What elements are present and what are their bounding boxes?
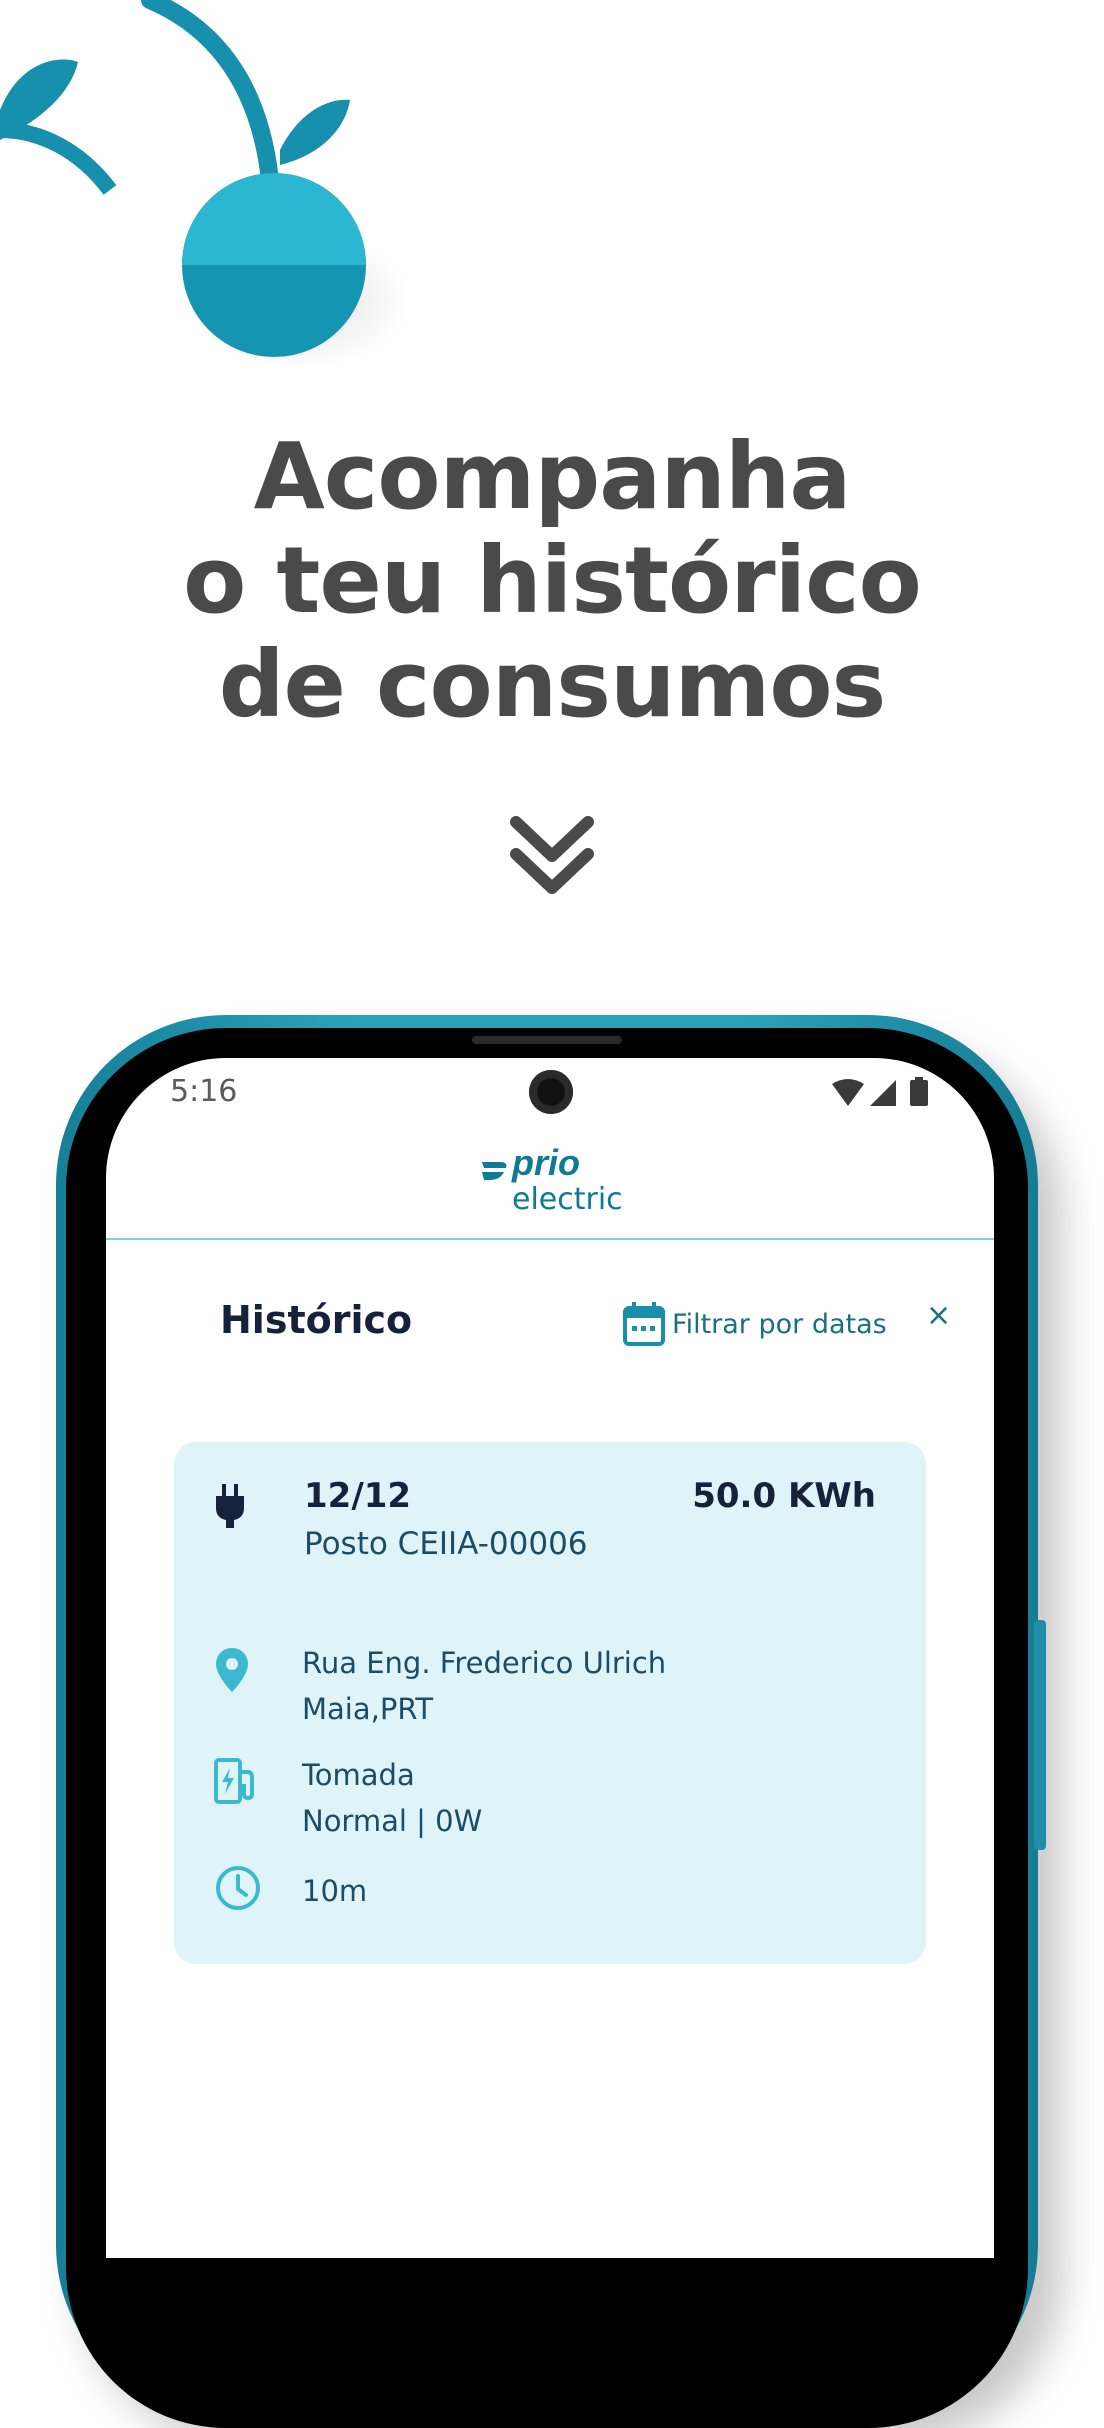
close-filter-button[interactable]: × [926,1298,951,1333]
plug-icon [216,1484,244,1528]
headline-line-2: o teu histórico [183,527,922,634]
headline-line-1: Acompanha [253,423,852,530]
battery-icon [910,1080,928,1106]
charging-station-icon [214,1758,254,1804]
phone-speaker [472,1036,622,1044]
history-entry-card[interactable]: 12/12 50.0 KWh Posto CEIIA-00006 Rua Eng… [174,1442,926,1964]
logo-prio-text: prio [512,1142,580,1183]
prio-logo-mark-icon [482,1162,507,1180]
wifi-icon [832,1079,864,1106]
entry-socket-line-1: Tomada [302,1758,415,1792]
status-bar: 5:16 [106,1058,994,1128]
entry-socket-line-2: Normal | 0W [302,1804,483,1838]
location-pin-icon [216,1648,248,1692]
filter-by-dates-button[interactable]: Filtrar por datas [622,1300,887,1348]
entry-date: 12/12 [304,1476,412,1516]
headline: Acompanha o teu histórico de consumos [0,425,1104,737]
double-chevron-down-icon [510,816,594,894]
phone-screen: 5:16 prio electric Histórico Filtrar por… [106,1058,994,2258]
front-camera [529,1070,573,1114]
entry-address-line-2: Maia,PRT [302,1692,434,1726]
filter-label: Filtrar por datas [672,1308,887,1340]
app-header: prio electric [106,1142,994,1240]
status-icons [832,1077,928,1106]
entry-station: Posto CEIIA-00006 [304,1526,588,1562]
entry-duration: 10m [302,1874,368,1908]
entry-address-line-1: Rua Eng. Frederico Ulrich [302,1646,667,1680]
phone-side-button [1034,1620,1046,1850]
page-title: Histórico [220,1298,413,1342]
logo-electric-text: electric [512,1182,623,1217]
headline-line-3: de consumos [218,631,887,738]
calendar-icon [623,1302,665,1346]
entry-energy: 50.0 KWh [692,1476,876,1516]
signal-icon [870,1080,896,1106]
clock-icon [216,1866,260,1910]
fruit-illustration [0,0,410,370]
status-time: 5:16 [170,1074,238,1109]
